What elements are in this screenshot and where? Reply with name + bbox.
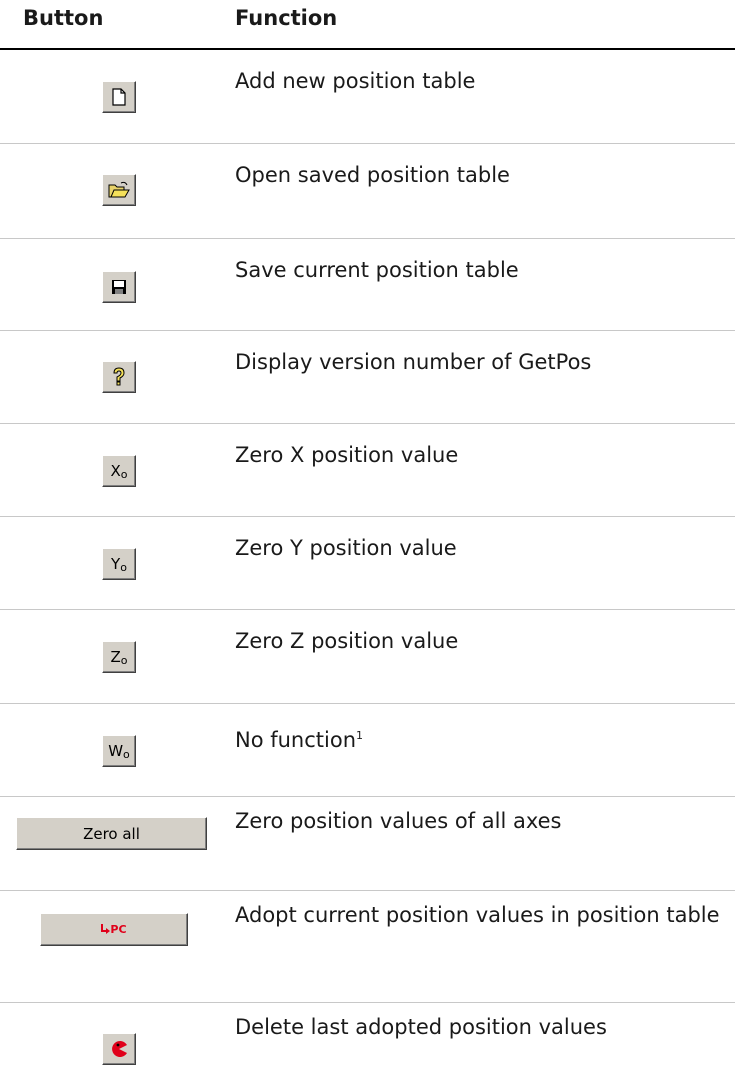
table-row: Save current position table xyxy=(0,239,735,331)
function-text: Zero Y position value xyxy=(235,536,457,560)
button-label-sub: o xyxy=(123,747,130,761)
table-row: Zo Zero Z position value xyxy=(0,610,735,704)
button-label: W xyxy=(108,742,124,760)
function-text: Zero Z position value xyxy=(235,629,459,653)
delete-last-button[interactable] xyxy=(102,1033,136,1065)
table-row: Zero all Zero position values of all axe… xyxy=(0,797,735,891)
table-row: Add new position table xyxy=(0,50,735,144)
function-text: Display version number of GetPos xyxy=(235,350,592,374)
table-row: Yo Zero Y position value xyxy=(0,517,735,610)
open-table-button[interactable] xyxy=(102,174,136,206)
table-row: Wo No function1 xyxy=(0,704,735,797)
function-text: Open saved position table xyxy=(235,163,510,187)
table-row: Delete last adopted position values xyxy=(0,1003,735,1085)
zero-w-button[interactable]: Wo xyxy=(102,735,136,767)
function-text: Zero X position value xyxy=(235,443,459,467)
zero-all-button[interactable]: Zero all xyxy=(16,817,207,850)
button-label-sub: o xyxy=(120,653,128,667)
function-text-main: No function xyxy=(235,728,357,752)
open-folder-icon xyxy=(108,181,130,198)
button-label-sub: o xyxy=(120,467,128,481)
button-label: Y xyxy=(111,555,121,573)
question-mark-icon xyxy=(113,367,125,386)
button-label: X xyxy=(110,462,121,480)
table-header: Button Function xyxy=(0,0,735,50)
function-text: Save current position table xyxy=(235,258,519,282)
function-text: Adopt current position values in positio… xyxy=(235,903,720,927)
button-label-sub: o xyxy=(120,560,127,574)
function-text: Zero position values of all axes xyxy=(235,809,562,833)
function-text: Delete last adopted position values xyxy=(235,1015,607,1039)
column-header-function: Function xyxy=(235,6,338,30)
table-row: PC Adopt current position values in posi… xyxy=(0,891,735,1003)
column-header-button: Button xyxy=(23,6,104,30)
save-table-button[interactable] xyxy=(102,271,136,303)
save-disk-icon xyxy=(112,280,126,294)
footnote-marker: 1 xyxy=(356,729,364,742)
new-table-button[interactable] xyxy=(102,81,136,113)
table-row: Xo Zero X position value xyxy=(0,424,735,517)
zero-x-button[interactable]: Xo xyxy=(102,455,136,487)
delete-pacman-icon xyxy=(112,1041,127,1057)
function-text: Add new position table xyxy=(235,69,476,93)
function-text: No function1 xyxy=(235,722,725,754)
zero-z-button[interactable]: Zo xyxy=(102,641,136,673)
arrow-pc-icon xyxy=(101,924,111,934)
table-row: Display version number of GetPos xyxy=(0,331,735,424)
button-label: Z xyxy=(110,648,121,666)
table-row: Open saved position table xyxy=(0,144,735,239)
version-button[interactable] xyxy=(102,361,136,393)
adopt-position-button[interactable]: PC xyxy=(40,913,188,946)
zero-y-button[interactable]: Yo xyxy=(102,548,136,580)
button-label: PC xyxy=(110,923,127,936)
new-document-icon xyxy=(112,88,126,106)
